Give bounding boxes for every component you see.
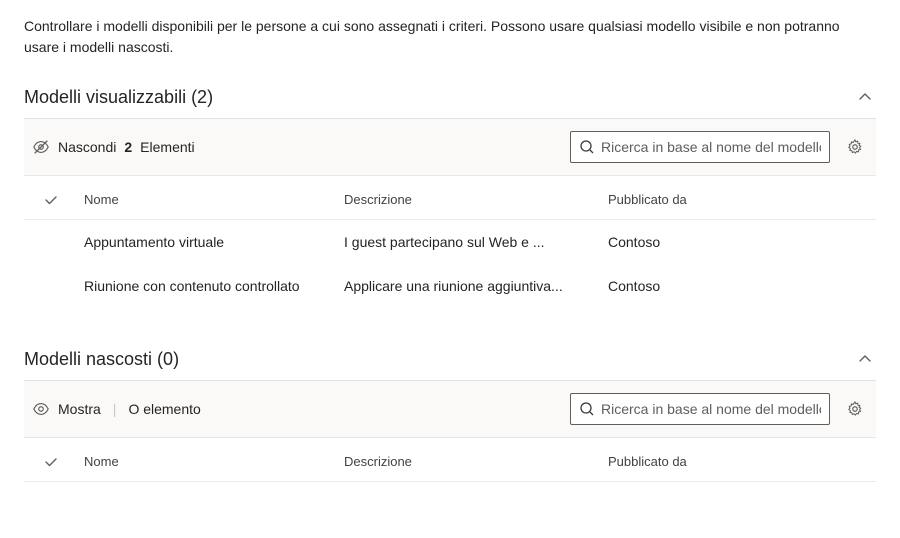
show-label: Mostra — [58, 401, 101, 417]
search-icon — [579, 139, 595, 155]
table-row[interactable]: Riunione con contenuto controllato Appli… — [24, 264, 876, 308]
section-title: Modelli nascosti (0) — [24, 349, 179, 370]
col-check[interactable] — [36, 454, 84, 469]
search-box[interactable] — [570, 131, 830, 163]
hide-label: Nascondi — [58, 139, 116, 155]
hidden-toolbar: Mostra | O elemento — [24, 381, 876, 438]
show-button[interactable]: Mostra — [32, 400, 101, 418]
viewable-table: Nome Descrizione Pubblicato da Appuntame… — [24, 176, 876, 308]
search-icon — [579, 401, 595, 417]
cell-name: Riunione con contenuto controllato — [84, 278, 344, 294]
section-header: Modelli nascosti (0) — [24, 348, 876, 381]
cell-desc: Applicare una riunione aggiuntiva... — [344, 278, 608, 294]
col-name-header[interactable]: Nome — [84, 192, 344, 207]
section-header: Modelli visualizzabili (2) — [24, 86, 876, 119]
search-box[interactable] — [570, 393, 830, 425]
gear-icon — [846, 138, 864, 156]
col-pub-header[interactable]: Pubblicato da — [608, 192, 864, 207]
cell-pub: Contoso — [608, 278, 864, 294]
hidden-section: Modelli nascosti (0) Mostra | O elemento — [24, 348, 876, 482]
viewable-toolbar: Nascondi 2 Elementi — [24, 119, 876, 176]
check-icon — [44, 455, 58, 469]
hide-icon — [32, 138, 50, 156]
separator: | — [113, 401, 117, 417]
toolbar-left: Nascondi 2 Elementi — [32, 138, 195, 156]
col-desc-header[interactable]: Descrizione — [344, 454, 608, 469]
viewable-section: Modelli visualizzabili (2) Nascondi 2 El… — [24, 86, 876, 308]
count: 2 — [124, 139, 132, 155]
search-input[interactable] — [601, 139, 821, 155]
cell-desc: I guest partecipano sul Web e ... — [344, 234, 608, 250]
table-header: Nome Descrizione Pubblicato da — [24, 176, 876, 220]
chevron-up-icon[interactable] — [854, 348, 876, 370]
search-input[interactable] — [601, 401, 821, 417]
count-label: Elementi — [140, 139, 194, 155]
settings-button[interactable] — [842, 134, 868, 160]
toolbar-right — [570, 393, 868, 425]
show-icon — [32, 400, 50, 418]
settings-button[interactable] — [842, 396, 868, 422]
section-title: Modelli visualizzabili (2) — [24, 87, 213, 108]
hidden-table: Nome Descrizione Pubblicato da — [24, 438, 876, 482]
col-check[interactable] — [36, 192, 84, 207]
check-icon — [44, 193, 58, 207]
hide-button[interactable]: Nascondi 2 Elementi — [32, 138, 195, 156]
chevron-up-icon[interactable] — [854, 86, 876, 108]
col-desc-header[interactable]: Descrizione — [344, 192, 608, 207]
toolbar-left: Mostra | O elemento — [32, 400, 201, 418]
count-label: O elemento — [128, 401, 200, 417]
cell-pub: Contoso — [608, 234, 864, 250]
col-name-header[interactable]: Nome — [84, 454, 344, 469]
table-header: Nome Descrizione Pubblicato da — [24, 438, 876, 482]
page-description: Controllare i modelli disponibili per le… — [24, 16, 876, 58]
cell-name: Appuntamento virtuale — [84, 234, 344, 250]
gear-icon — [846, 400, 864, 418]
table-row[interactable]: Appuntamento virtuale I guest partecipan… — [24, 220, 876, 264]
toolbar-right — [570, 131, 868, 163]
col-pub-header[interactable]: Pubblicato da — [608, 454, 864, 469]
